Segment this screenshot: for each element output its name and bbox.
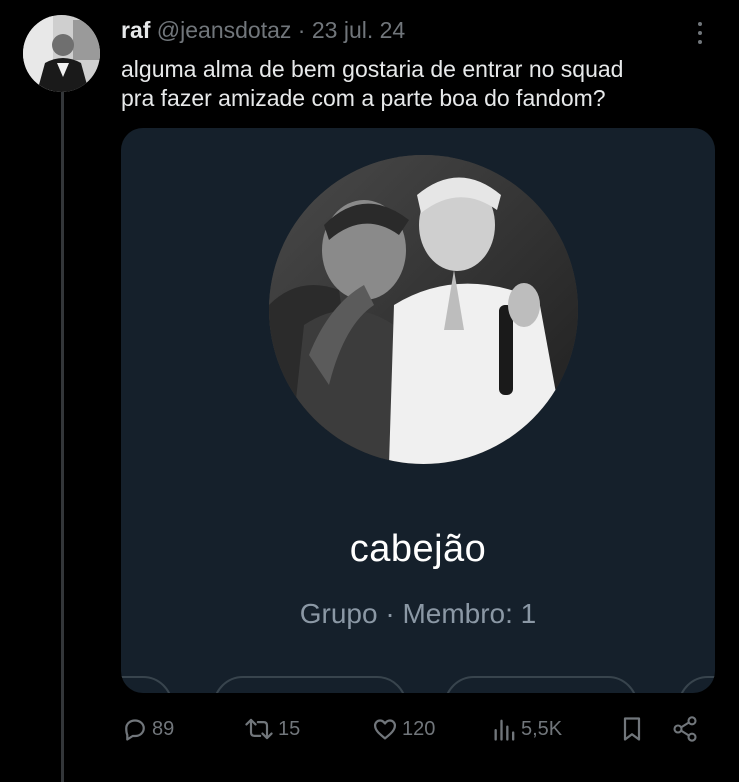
avatar-photo xyxy=(23,15,100,92)
card-button[interactable] xyxy=(444,676,638,693)
card-button[interactable] xyxy=(213,676,407,693)
bookmark-icon xyxy=(623,717,641,741)
reply-button[interactable]: 89 xyxy=(121,712,174,746)
tweet-text-line: pra fazer amizade com a parte boa do fan… xyxy=(121,85,606,111)
tweet-header: raf @jeansdotaz · 23 jul. 24 xyxy=(121,16,699,44)
retweet-button[interactable]: 15 xyxy=(243,712,300,746)
group-invite-card[interactable]: cabejão Grupo · Membro: 1 xyxy=(121,128,715,693)
tweet-date[interactable]: 23 jul. 24 xyxy=(312,17,405,43)
reply-count: 89 xyxy=(152,717,175,740)
author-handle[interactable]: @jeansdotaz xyxy=(157,17,292,43)
tweet-text-line: alguma alma de bem gostaria de entrar no… xyxy=(121,56,624,82)
heart-icon xyxy=(373,719,397,740)
group-photo xyxy=(269,155,578,464)
retweet-count: 15 xyxy=(278,717,301,740)
tweet-text: alguma alma de bem gostaria de entrar no… xyxy=(121,55,711,113)
thread-line xyxy=(61,92,64,782)
like-button[interactable]: 120 xyxy=(371,712,435,746)
bookmark-button[interactable] xyxy=(619,712,645,746)
views-button[interactable]: 5,5K xyxy=(492,712,562,746)
card-button[interactable] xyxy=(121,676,173,693)
share-button[interactable] xyxy=(671,712,699,746)
separator-dot: · xyxy=(297,17,306,43)
share-icon xyxy=(673,716,697,742)
author-name[interactable]: raf xyxy=(121,17,150,43)
more-icon[interactable] xyxy=(692,20,708,46)
avatar[interactable] xyxy=(23,15,100,92)
views-icon xyxy=(494,719,515,741)
views-count: 5,5K xyxy=(521,717,563,740)
group-meta: Grupo · Membro: 1 xyxy=(299,598,537,629)
action-bar: 89 15 120 5,5K xyxy=(121,712,711,746)
like-count: 120 xyxy=(402,717,436,740)
card-button[interactable] xyxy=(678,676,715,693)
group-name: cabejão xyxy=(349,528,487,570)
reply-icon xyxy=(125,719,145,741)
retweet-icon xyxy=(245,718,273,740)
